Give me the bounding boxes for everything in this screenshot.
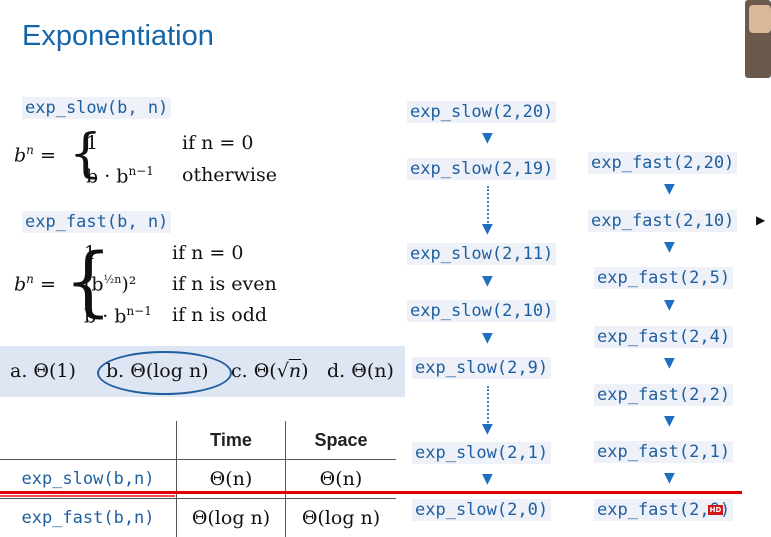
down-arrow-icon: ▼ bbox=[664, 356, 675, 370]
slow-call-20: exp_slow(2,20) bbox=[407, 101, 556, 123]
selected-choice-circle bbox=[97, 351, 232, 395]
fast-call-20: exp_fast(2,20) bbox=[588, 152, 737, 174]
complexity-table: Time Space exp_slow(b,n) Θ(n) Θ(n) exp_f… bbox=[0, 421, 396, 537]
choice-c[interactable]: c. Θ(√n) bbox=[231, 360, 309, 382]
row-name: exp_fast(b,n) bbox=[0, 499, 177, 537]
slow-case1-cond: if n = 0 bbox=[182, 132, 253, 154]
red-annotation-line bbox=[0, 491, 742, 494]
slow-call-1: exp_slow(2,1) bbox=[412, 442, 551, 464]
fast-case2-expr: (b½n)² bbox=[84, 273, 136, 295]
fast-case2-cond: if n is even bbox=[172, 273, 277, 295]
slow-case2-cond: otherwise bbox=[182, 164, 277, 186]
table-header-cell bbox=[0, 421, 177, 460]
down-arrow-icon: ▼ bbox=[482, 472, 493, 486]
slow-case1-expr: 1 bbox=[86, 132, 98, 154]
exp-slow-signature: exp_slow(b, n) bbox=[22, 97, 171, 119]
fast-bn-lhs: bn = bbox=[14, 272, 56, 295]
exp-fast-signature: exp_fast(b, n) bbox=[22, 211, 171, 233]
fast-call-5: exp_fast(2,5) bbox=[594, 267, 733, 289]
down-arrow-icon: ▼ bbox=[482, 422, 493, 436]
fast-case1-cond: if n = 0 bbox=[172, 242, 243, 264]
down-arrow-icon: ▼ bbox=[664, 298, 675, 312]
table-header-row: Time Space bbox=[0, 421, 396, 460]
down-arrow-icon: ▼ bbox=[482, 222, 493, 236]
fast-call-4: exp_fast(2,4) bbox=[594, 326, 733, 348]
fast-case3-cond: if n is odd bbox=[172, 304, 267, 326]
row-time: Θ(log n) bbox=[177, 499, 286, 537]
slow-call-19: exp_slow(2,19) bbox=[407, 158, 556, 180]
slow-call-10: exp_slow(2,10) bbox=[407, 300, 556, 322]
fast-call-2: exp_fast(2,2) bbox=[594, 384, 733, 406]
slow-bn-lhs: bn = bbox=[14, 143, 56, 166]
fast-call-1: exp_fast(2,1) bbox=[594, 441, 733, 463]
slow-call-9: exp_slow(2,9) bbox=[412, 357, 551, 379]
mouse-cursor-icon: ▶ bbox=[756, 213, 765, 227]
slow-call-0: exp_slow(2,0) bbox=[412, 499, 551, 521]
slow-call-11: exp_slow(2,11) bbox=[407, 243, 556, 265]
down-arrow-icon: ▼ bbox=[482, 131, 493, 145]
slide-title: Exponentiation bbox=[22, 20, 214, 53]
down-arrow-icon: ▼ bbox=[482, 274, 493, 288]
fast-call-10: exp_fast(2,10) bbox=[588, 210, 737, 232]
down-arrow-icon: ▼ bbox=[664, 240, 675, 254]
choice-d[interactable]: d. Θ(n) bbox=[327, 360, 394, 382]
down-arrow-icon: ▼ bbox=[482, 331, 493, 345]
choice-a[interactable]: a. Θ(1) bbox=[10, 360, 76, 382]
slow-case2-expr: b · bn−1 bbox=[86, 164, 154, 187]
down-arrow-icon: ▼ bbox=[664, 471, 675, 485]
down-arrow-icon: ▼ bbox=[664, 182, 675, 196]
red-annotation-line bbox=[0, 495, 175, 497]
down-arrow-icon: ▼ bbox=[664, 414, 675, 428]
hd-badge-icon[interactable]: HD bbox=[708, 505, 723, 515]
fast-case1-expr: 1 bbox=[84, 242, 96, 264]
fast-case3-expr: b · bn−1 bbox=[84, 304, 152, 327]
row-space: Θ(log n) bbox=[286, 499, 397, 537]
table-row: exp_fast(b,n) Θ(log n) Θ(log n) bbox=[0, 499, 396, 537]
table-header-time: Time bbox=[177, 421, 286, 460]
table-header-space: Space bbox=[286, 421, 397, 460]
webcam-face bbox=[749, 5, 771, 33]
